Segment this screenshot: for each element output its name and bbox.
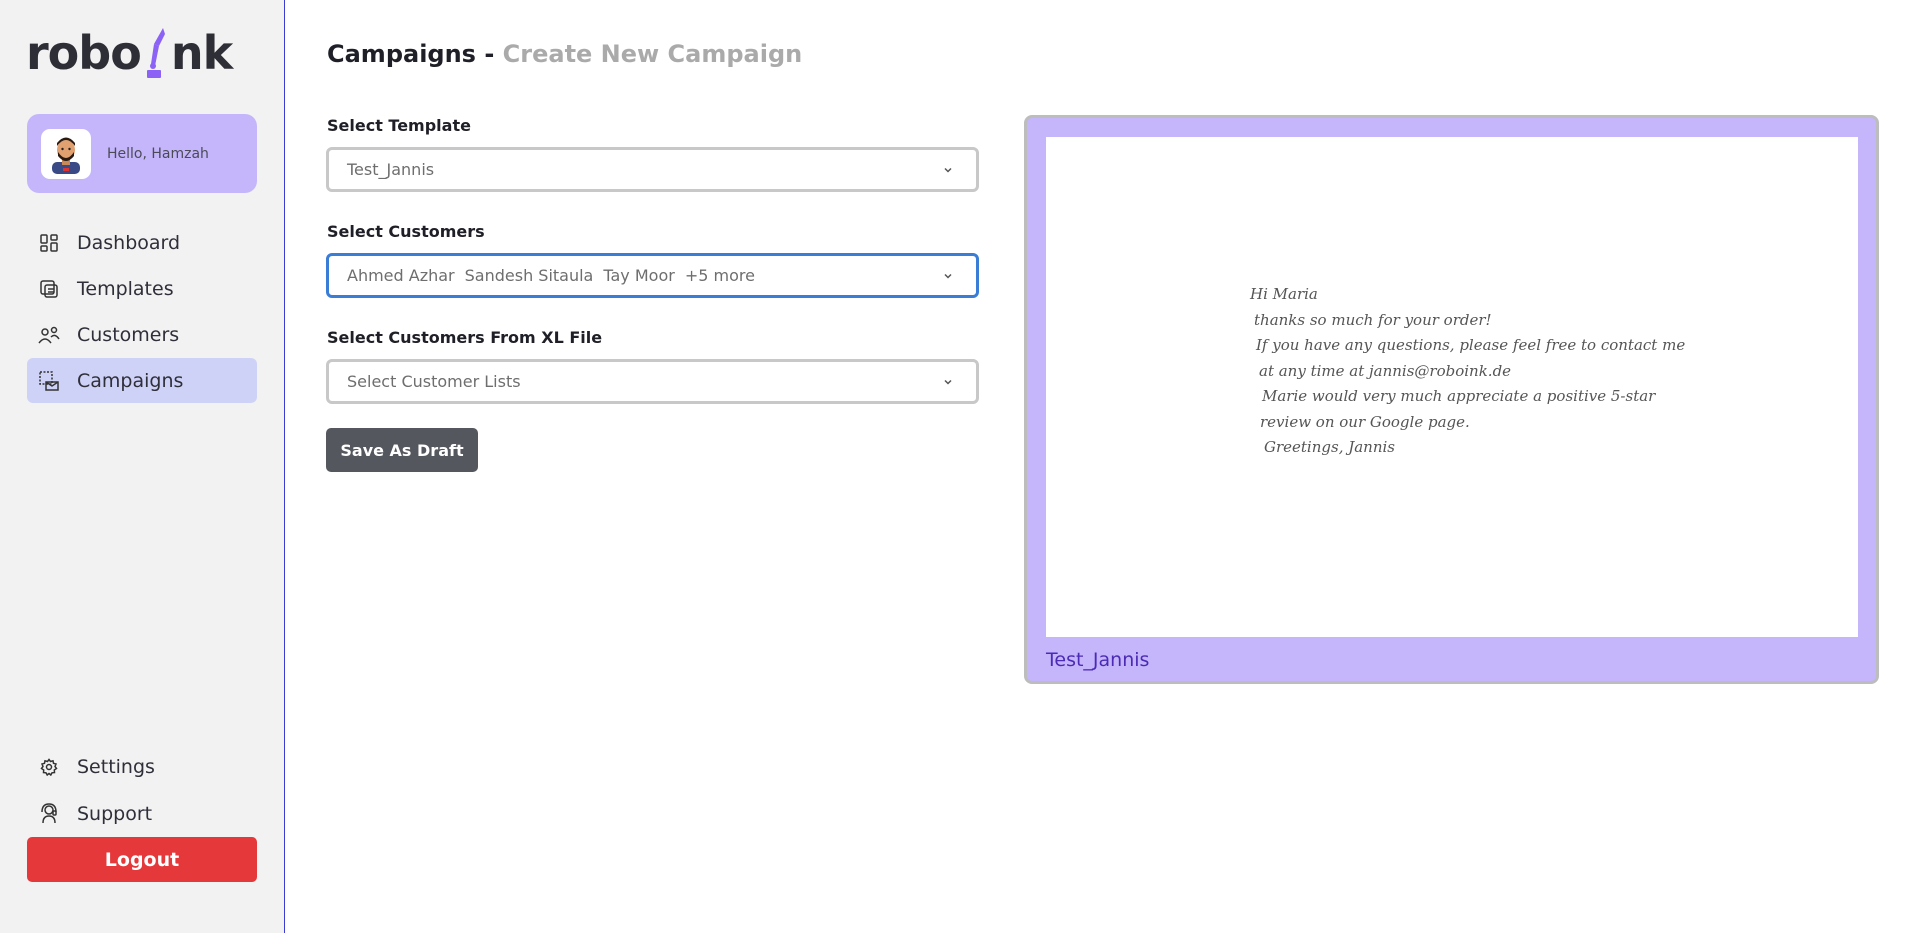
main-nav: Dashboard Templates Customers Campaigns [27, 220, 257, 404]
campaigns-icon [38, 370, 60, 392]
robot-arm-pen-icon [141, 26, 171, 80]
templates-icon [38, 278, 60, 300]
template-preview: Hi Maria thanks so much for your order! … [1024, 115, 1879, 684]
sidebar-item-label: Dashboard [77, 231, 181, 254]
customers-icon [38, 324, 60, 346]
avatar [41, 128, 91, 179]
sidebar-item-label: Settings [77, 756, 155, 778]
sidebar-item-templates[interactable]: Templates [27, 266, 257, 311]
xl-file-placeholder: Select Customer Lists [347, 372, 521, 391]
message-line: Greetings, Jannis [1264, 438, 1396, 456]
sidebar-item-dashboard[interactable]: Dashboard [27, 220, 257, 265]
preview-template-name: Test_Jannis [1046, 649, 1150, 671]
dashboard-icon [38, 232, 60, 254]
template-select-value: Test_Jannis [347, 160, 435, 179]
xl-file-select[interactable]: Select Customer Lists [326, 359, 979, 404]
user-card[interactable]: Hello, Hamzah [27, 114, 257, 193]
chevron-down-icon [944, 167, 952, 173]
roboink-logo[interactable]: robo nk [26, 26, 233, 80]
xl-file-label: Select Customers From XL File [327, 328, 603, 347]
sidebar-item-campaigns[interactable]: Campaigns [27, 358, 257, 403]
more-customers-chip: +5 more [684, 266, 755, 285]
sidebar-item-support[interactable]: Support [27, 791, 257, 837]
chevron-down-icon [944, 379, 952, 385]
preview-card: Hi Maria thanks so much for your order! … [1046, 137, 1858, 637]
page-title-main: Campaigns - [327, 40, 503, 68]
sidebar-item-label: Campaigns [77, 369, 184, 392]
bottom-nav: Settings Support [27, 744, 257, 838]
sidebar-item-label: Support [77, 803, 153, 825]
customer-chip: Ahmed Azhar [347, 266, 455, 285]
logout-button[interactable]: Logout [27, 837, 257, 882]
sidebar-item-label: Customers [77, 323, 180, 346]
message-line: Hi Maria [1250, 285, 1318, 303]
message-line: If you have any questions, please feel f… [1256, 336, 1686, 354]
customer-chip: Tay Moor [603, 266, 675, 285]
sidebar-item-customers[interactable]: Customers [27, 312, 257, 357]
chevron-down-icon [944, 273, 952, 279]
message-line: Marie would very much appreciate a posit… [1262, 387, 1656, 405]
customers-select[interactable]: Ahmed Azhar Sandesh Sitaula Tay Moor +5 … [326, 253, 979, 298]
sidebar: robo nk Hello, Hamzah Dashboard Template… [0, 0, 285, 933]
message-line: thanks so much for your order! [1254, 310, 1492, 329]
message-line: at any time at jannis@roboink.de [1259, 361, 1512, 380]
page-title-sub: Create New Campaign [502, 40, 803, 68]
customer-chip: Sandesh Sitaula [464, 266, 594, 285]
gear-icon [38, 756, 60, 778]
sidebar-item-settings[interactable]: Settings [27, 744, 257, 790]
greeting-text: Hello, Hamzah [107, 145, 209, 162]
logo-text-right: nk [170, 26, 233, 80]
template-select[interactable]: Test_Jannis [326, 147, 979, 192]
logo-text-left: robo [26, 26, 142, 80]
page-title: Campaigns - Create New Campaign [327, 40, 802, 68]
support-icon [38, 803, 60, 825]
save-as-draft-button[interactable]: Save As Draft [326, 428, 478, 472]
customers-label: Select Customers [327, 222, 485, 241]
handwritten-message: Hi Maria thanks so much for your order! … [1250, 282, 1685, 461]
sidebar-item-label: Templates [77, 277, 174, 300]
message-line: review on our Google page. [1260, 412, 1470, 431]
template-label: Select Template [327, 116, 471, 135]
